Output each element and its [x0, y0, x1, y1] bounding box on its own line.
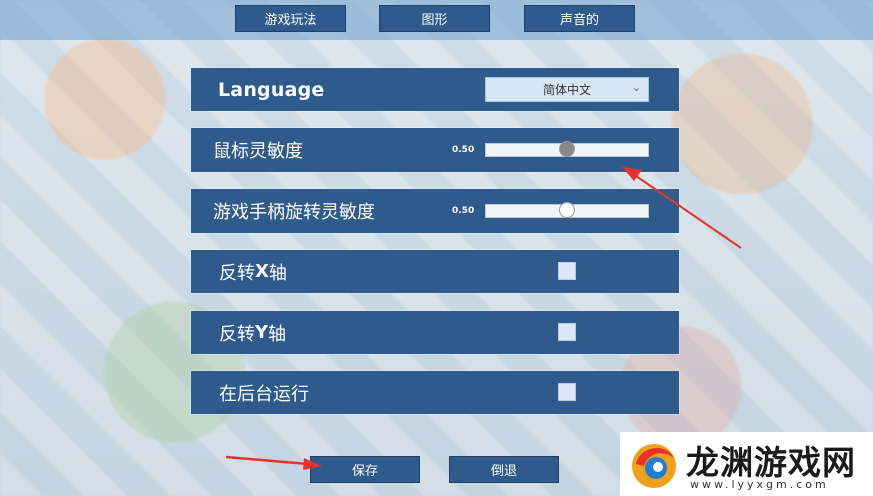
annotation-arrows	[225, 167, 742, 470]
watermark-text: 龙渊游戏网	[686, 443, 856, 482]
arrow-to-slider	[622, 167, 742, 249]
site-watermark: 龙渊游戏网 www.lyyxgm.com	[620, 432, 873, 496]
arrow-to-save-button	[225, 455, 322, 470]
watermark-url: www.lyyxgm.com	[690, 478, 829, 491]
watermark-logo-icon	[632, 444, 676, 488]
